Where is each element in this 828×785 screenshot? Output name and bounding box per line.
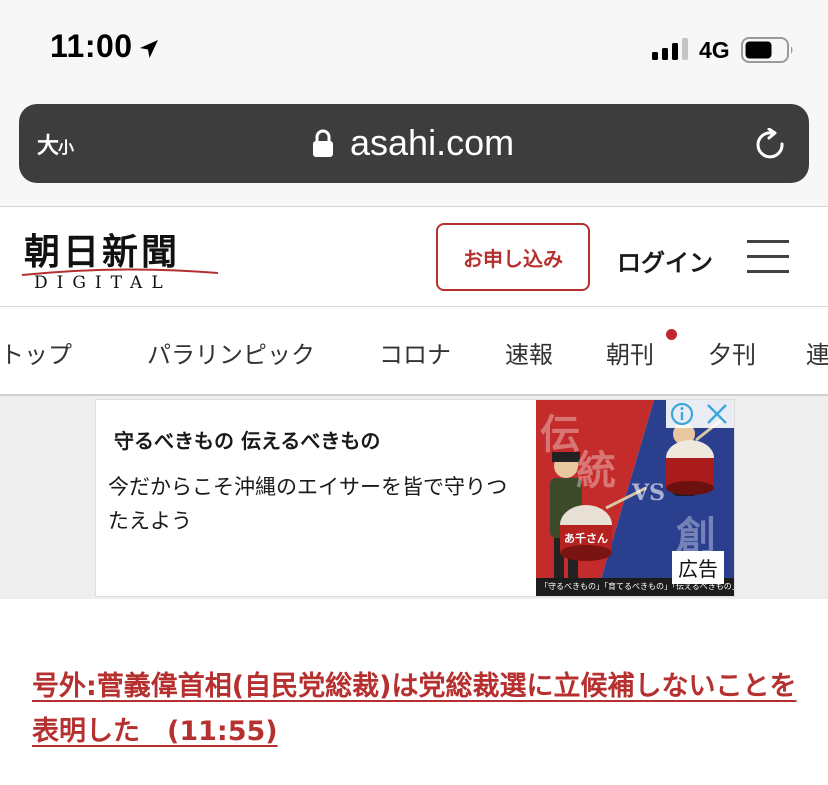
browser-chrome: 大小 asahi.com [0, 92, 828, 207]
adchoices-info-icon[interactable] [666, 400, 734, 428]
text-size-large-label: 大 [37, 134, 59, 159]
ad-image-text: VS [632, 480, 665, 506]
site-logo[interactable]: 朝日新聞 DIGITAL [20, 223, 220, 295]
address-bar[interactable]: 大小 asahi.com [19, 104, 809, 183]
ad-image-text: 伝 [540, 411, 580, 458]
ad-label: 広告 [672, 551, 724, 584]
ad-drum-text: あ千さん [564, 532, 608, 545]
adchoices-badge[interactable] [666, 400, 734, 428]
url-text[interactable]: asahi.com [350, 122, 514, 164]
ad-image-caption: 「守るべきもの」「育てるべきもの」「伝えるべきもの」 [540, 582, 734, 591]
tab-more[interactable]: 連 [806, 335, 828, 370]
ad-region: 守るべきもの 伝えるべきもの 今だからこそ沖縄のエイサーを皆で守りつたえよう 伝… [0, 396, 828, 599]
reload-icon[interactable] [755, 128, 789, 164]
ad-image[interactable]: 伝 統 VS 創 あ千さん 広告 「守るべきもの」「育てるべきもの」「伝えるべき… [536, 400, 734, 596]
lock-icon [313, 129, 333, 157]
text-size-small-label: 小 [58, 138, 74, 157]
subscribe-button[interactable]: お申し込み [436, 223, 590, 291]
tab-breaking[interactable]: 速報 [505, 335, 553, 370]
text-size-button[interactable]: 大小 [37, 128, 74, 160]
ad-headline[interactable]: 守るべきもの 伝えるべきもの [114, 425, 380, 454]
ad-body-text[interactable]: 今だからこそ沖縄のエイサーを皆で守りつたえよう [108, 470, 518, 538]
tab-top[interactable]: トップ [0, 335, 72, 370]
login-link[interactable]: ログイン [617, 243, 713, 278]
status-time: 11:00 [50, 28, 133, 64]
location-arrow-icon [140, 40, 158, 58]
hamburger-menu-icon[interactable] [747, 240, 789, 274]
tab-morning-edition[interactable]: 朝刊 [606, 335, 654, 370]
ad-image-text: 統 [576, 447, 616, 494]
tab-paralympics[interactable]: パラリンピック [147, 335, 315, 370]
signal-bars-icon [652, 38, 688, 60]
tab-corona[interactable]: コロナ [379, 335, 451, 370]
ad-banner[interactable]: 守るべきもの 伝えるべきもの 今だからこそ沖縄のエイサーを皆で守りつたえよう 伝… [95, 399, 735, 597]
site-header: 朝日新聞 DIGITAL お申し込み ログイン [0, 207, 828, 307]
battery-icon [741, 37, 793, 63]
nav-tabs: トップ パラリンピック コロナ 速報 朝刊 夕刊 連 [0, 307, 828, 396]
status-bar: 11:00 4G [0, 0, 828, 92]
new-content-dot [666, 329, 677, 340]
tab-evening-edition[interactable]: 夕刊 [708, 335, 756, 370]
breaking-news-link[interactable]: 号外:菅義偉首相(自民党総裁)は党総裁選に立候補しないことを表明した (11:5… [32, 664, 802, 754]
network-type-label: 4G [699, 37, 730, 63]
logo-subtitle: DIGITAL [34, 273, 172, 293]
